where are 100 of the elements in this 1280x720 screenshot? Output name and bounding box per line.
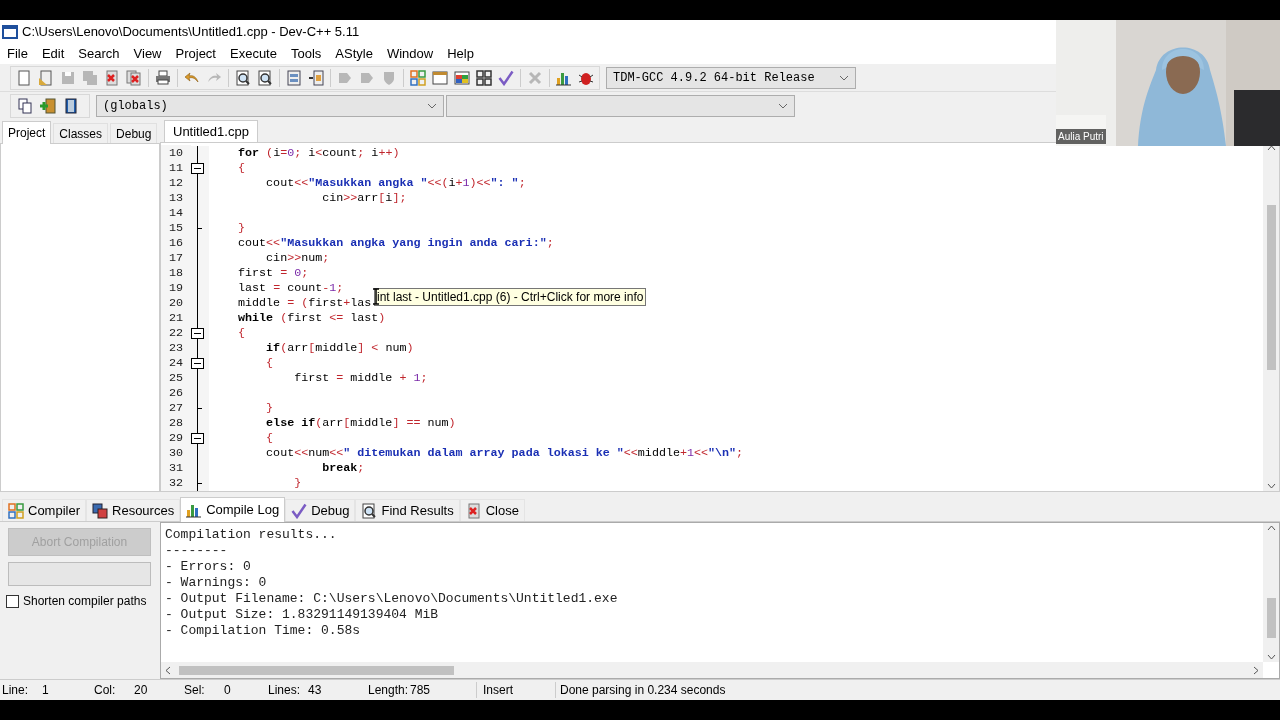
vertical-scrollbar[interactable] (1263, 523, 1279, 662)
status-message: Done parsing in 0.234 seconds (559, 682, 726, 699)
menu-item[interactable]: Help (440, 43, 481, 64)
plus-door-icon (39, 97, 56, 114)
scroll-down-icon[interactable] (1266, 654, 1276, 660)
code-line: } (293, 474, 302, 491)
tab[interactable]: Untitled1.cpp (164, 120, 258, 143)
scroll-left-icon[interactable] (165, 665, 171, 675)
status-label: Line: (2, 682, 30, 699)
panels-icon (286, 69, 302, 86)
fold-toggle[interactable] (191, 328, 204, 339)
floppy-icon (60, 69, 76, 86)
scrollbar-thumb[interactable] (1266, 597, 1276, 638)
tab[interactable]: Resources (86, 499, 181, 521)
fold-toggle[interactable] (191, 358, 204, 369)
status-mode: Insert (482, 682, 514, 699)
menu-item[interactable]: Project (168, 43, 223, 64)
code-line: break; (321, 459, 365, 477)
fold-toggle[interactable] (191, 433, 204, 444)
code-line: { (237, 324, 246, 342)
menu-item[interactable]: Window (379, 43, 441, 64)
code-line: cin>>num; (265, 249, 330, 267)
tab[interactable]: Compiler (2, 499, 86, 521)
code-line: } (265, 399, 274, 417)
cross-icon (527, 69, 543, 86)
status-value: 1 (42, 682, 49, 699)
checkbox[interactable] (6, 594, 19, 608)
log-line: - Output Filename: C:\Users\Lenovo\Documents\Untitled1.exe (165, 591, 619, 607)
log-line: - Output Size: 1.83291149139404 MiB (165, 607, 440, 623)
menu-item[interactable]: File (0, 43, 35, 64)
color-grid-icon (410, 69, 426, 86)
floppies-icon (82, 69, 98, 86)
menu-item[interactable]: View (126, 43, 169, 64)
code-line: { (265, 354, 274, 372)
window-icon (432, 69, 448, 86)
scrollbar-thumb[interactable] (1266, 204, 1276, 370)
status-value: 0 (224, 682, 231, 699)
color-window-icon (454, 69, 470, 86)
status-value: 785 (410, 682, 431, 699)
tab[interactable]: Debug (285, 499, 356, 521)
tab[interactable]: Close (459, 499, 525, 521)
tooltip: int last - Untitled1.cpp (6) - Ctrl+Click for more info (374, 288, 647, 306)
menu-item[interactable]: Search (71, 43, 127, 64)
code-line: } (237, 219, 246, 237)
code-line: if(arr[middle] < num) (265, 339, 414, 357)
tiles-icon (476, 69, 492, 86)
tab[interactable]: Debug (110, 123, 158, 143)
checkbox-label: Shorten compiler paths (23, 593, 147, 610)
scroll-up-icon[interactable] (1266, 525, 1276, 531)
status-label: Lines: (268, 682, 302, 699)
chevron-down-icon (839, 74, 849, 81)
code-line: for (i=0; i<count; i++) (237, 144, 400, 162)
bar-chart-icon (186, 502, 203, 518)
status-label: Sel: (184, 682, 206, 699)
scope-select[interactable]: (globals) (96, 94, 444, 117)
horizontal-scrollbar[interactable] (161, 662, 1263, 678)
scroll-down-icon[interactable] (1266, 483, 1276, 489)
menu-item[interactable]: Edit (34, 43, 72, 64)
chevron-down-icon (778, 102, 788, 109)
scrollbar-thumb[interactable] (179, 665, 454, 675)
log-line: - Warnings: 0 (165, 575, 268, 591)
shield-icon (381, 69, 397, 86)
page-icon (16, 69, 32, 86)
tab[interactable]: Project (2, 121, 52, 144)
scroll-up-icon[interactable] (1266, 145, 1276, 151)
vertical-scrollbar[interactable] (1263, 143, 1279, 491)
color-grid-icon (8, 502, 24, 519)
pages-icon (16, 97, 33, 114)
menu-item[interactable]: AStyle (328, 43, 380, 64)
log-line: - Compilation Time: 0.58s (165, 623, 362, 639)
scroll-right-icon[interactable] (1253, 665, 1259, 675)
chevron-down-icon (427, 102, 437, 109)
window-title: C:\Users\Lenovo\Documents\Untitled1.cpp - Dev-C++ 5.11 (22, 22, 360, 41)
fold-toggle[interactable] (191, 163, 204, 174)
check-icon (291, 502, 308, 519)
log-line: Compilation results... (165, 527, 338, 543)
code-line: first = 0; (237, 264, 309, 282)
status-value: 43 (308, 682, 322, 699)
panel-arrow-icon (308, 69, 324, 86)
menu-item[interactable]: Tools (283, 43, 329, 64)
status-value: 20 (134, 682, 148, 699)
code-line: cout<<num<<" ditemukan dalam array pada lokasi ke "<<middle+1<<"\n"; (265, 444, 744, 462)
code-line: { (265, 429, 274, 447)
tab[interactable]: Classes (53, 123, 109, 143)
compiler-select[interactable]: TDM-GCC 4.9.2 64-bit Release (606, 66, 856, 89)
log-line: -------- (165, 543, 229, 559)
log-line: - Errors: 0 (165, 559, 252, 575)
code-line: else if(arr[middle] == num) (265, 414, 456, 432)
menu-item[interactable]: Execute (223, 43, 284, 64)
stacked-squares-icon (92, 502, 108, 519)
magnifier-page-icon (235, 69, 251, 86)
tab[interactable]: Compile Log (180, 497, 286, 522)
code-line: last = count-1; (237, 279, 344, 297)
status-label: Col: (94, 682, 117, 699)
code-line: cin>>arr[i]; (321, 189, 407, 207)
book-icon (62, 97, 79, 114)
folder-page-icon (38, 69, 54, 86)
code-line: first = middle + 1; (293, 369, 428, 387)
tab[interactable]: Find Results (355, 499, 460, 521)
check-icon (498, 69, 514, 86)
